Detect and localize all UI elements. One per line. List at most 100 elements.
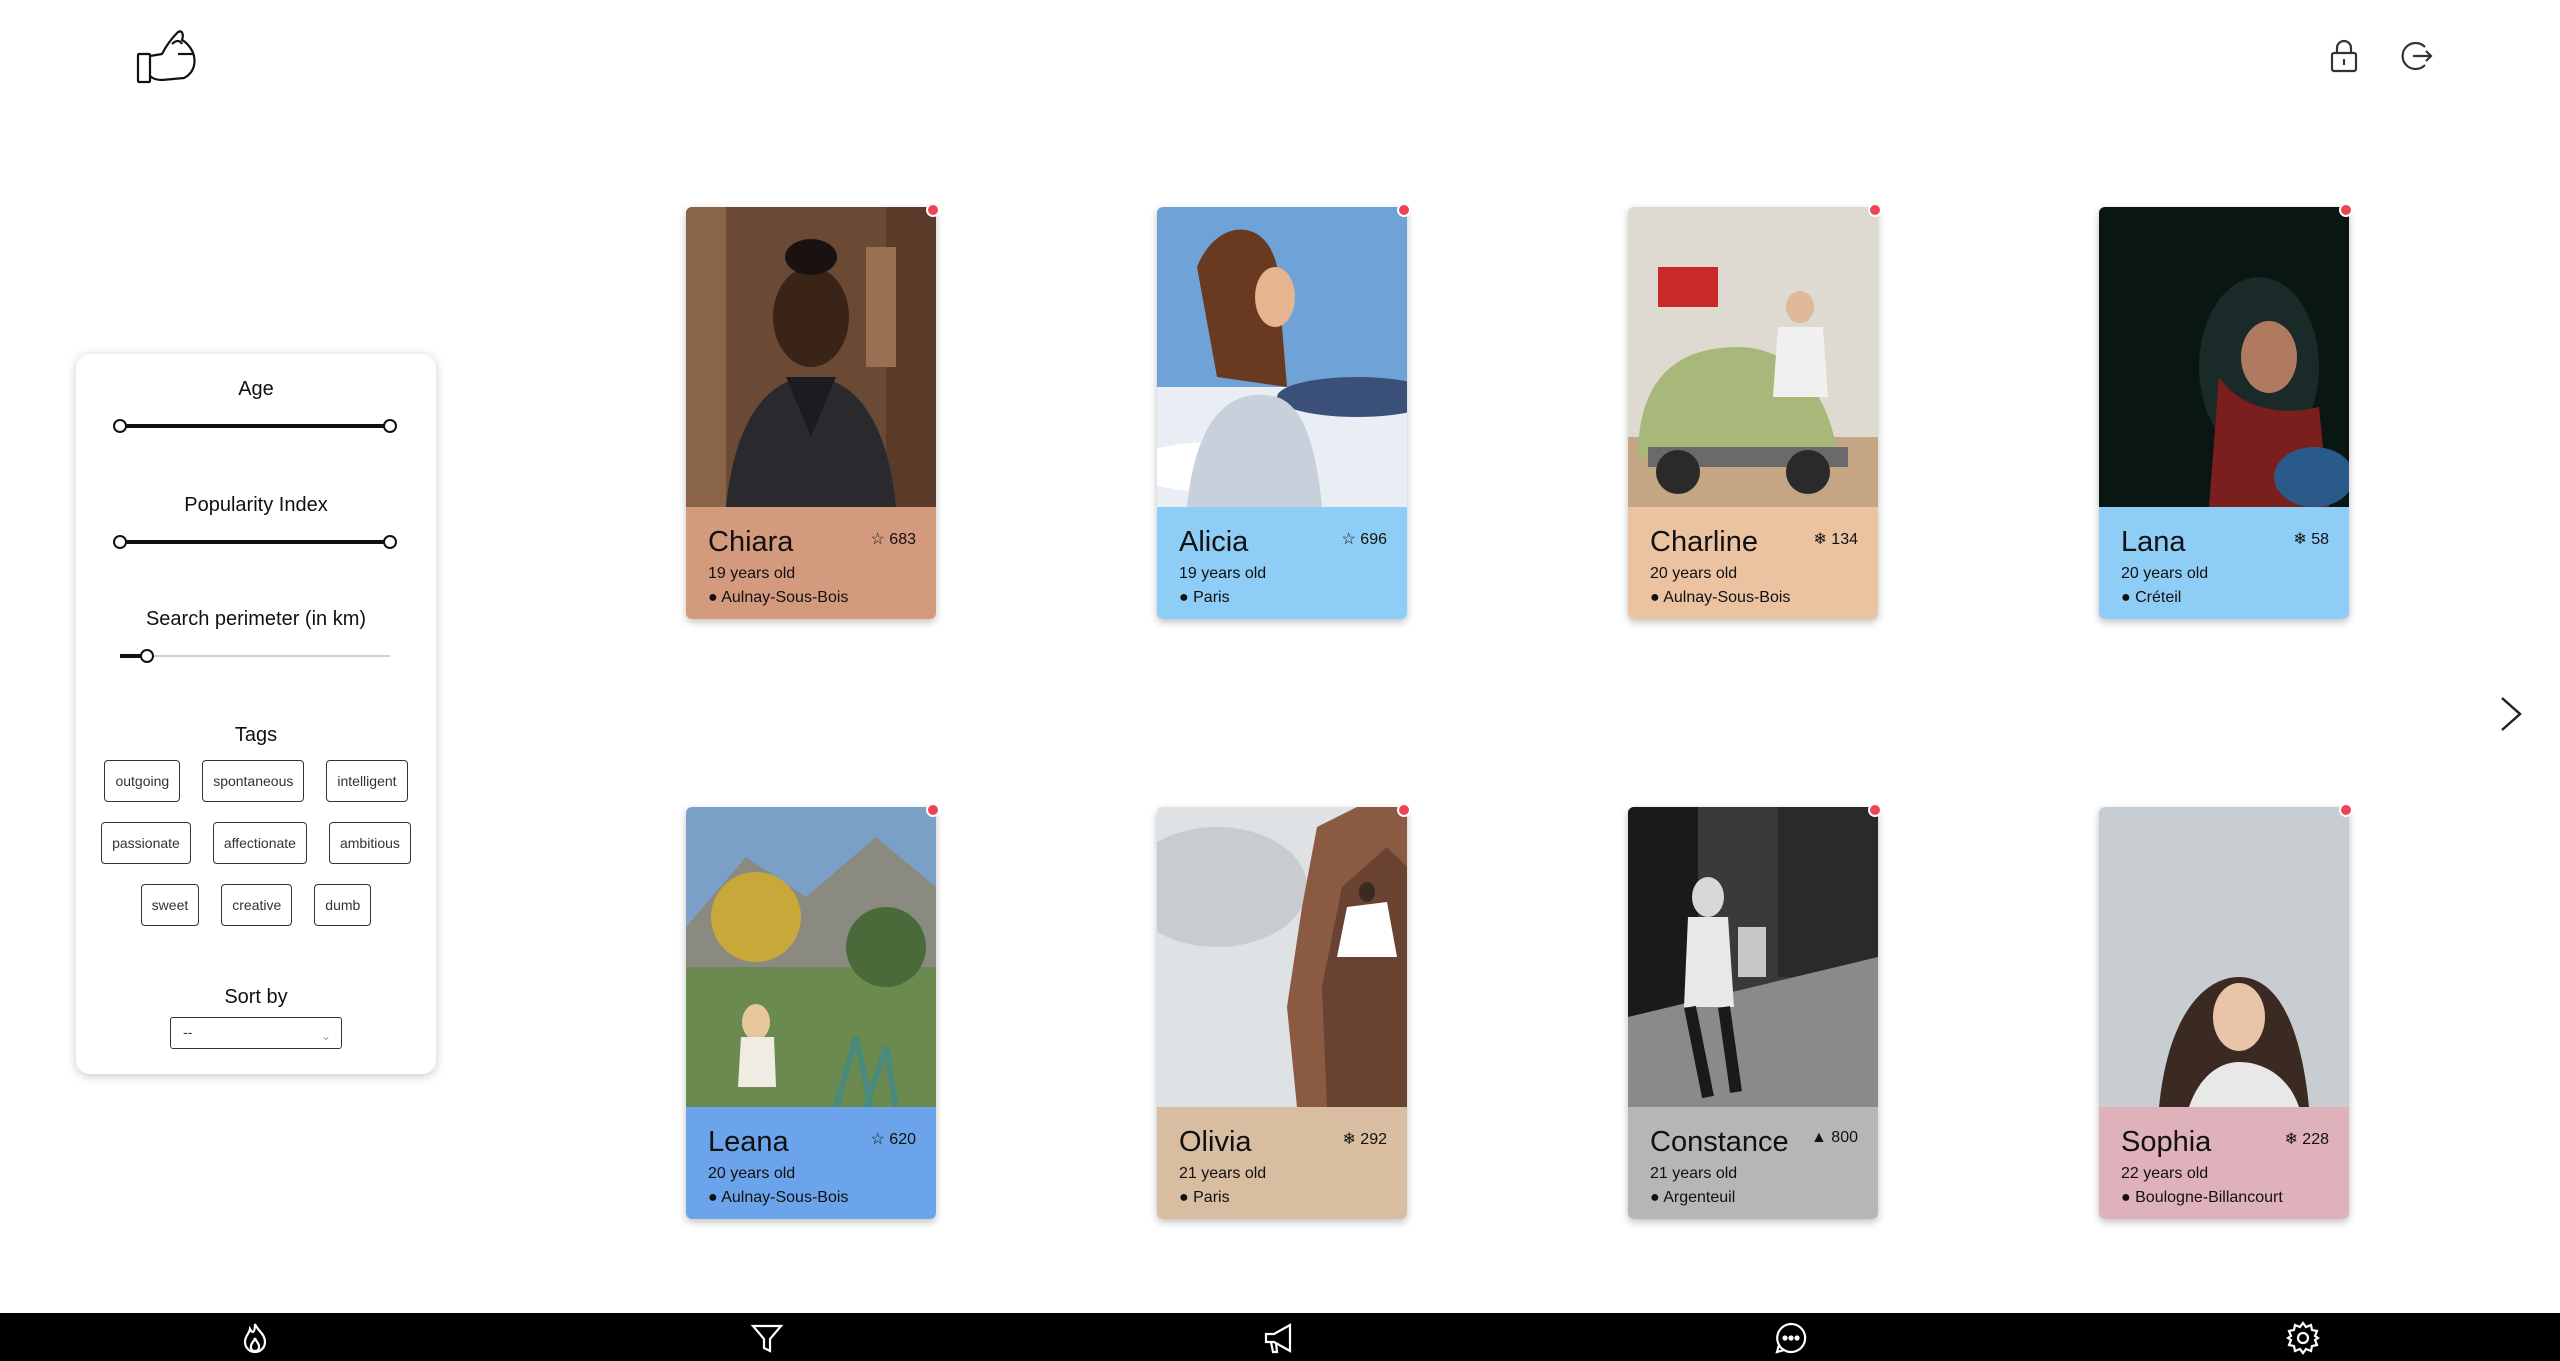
star-half-icon: ☆	[870, 531, 885, 548]
snowflake-icon: ❄	[1813, 531, 1827, 548]
map-pin-icon: ●	[1179, 589, 1189, 606]
profile-age: 22 years old	[2121, 1165, 2209, 1182]
tag-sweet[interactable]: sweet	[140, 884, 200, 926]
chat-icon[interactable]	[1774, 1321, 1808, 1355]
logout-icon[interactable]	[2398, 38, 2434, 74]
popularity-score: ☆ 683	[870, 531, 917, 548]
profile-card[interactable]: Alicia ☆ 696 19 years old ● Paris	[1157, 203, 1411, 619]
age-filter-label: Age	[238, 378, 274, 400]
popularity-min-handle[interactable]	[113, 535, 127, 549]
popularity-max-handle[interactable]	[383, 535, 397, 549]
chevron-right-icon[interactable]	[2496, 694, 2526, 734]
profile-location: ● Paris	[1179, 589, 1230, 606]
map-pin-icon: ●	[708, 589, 718, 606]
profile-info: Alicia ☆ 696 19 years old ● Paris	[1157, 507, 1407, 619]
thumbs-up-logo-icon[interactable]	[136, 28, 202, 86]
star-half-icon: ☆	[870, 1131, 885, 1148]
flame-icon[interactable]	[238, 1321, 272, 1355]
profile-location: ● Paris	[1179, 1189, 1230, 1206]
profile-info: Lana ❄ 58 20 years old ● Créteil	[2099, 507, 2349, 619]
profile-card[interactable]: Lana ❄ 58 20 years old ● Créteil	[2099, 203, 2353, 619]
online-status-dot	[926, 203, 940, 217]
profile-card[interactable]: Sophia ❄ 228 22 years old ● Boulogne-Bil…	[2099, 803, 2353, 1219]
map-pin-icon: ●	[1650, 1189, 1660, 1206]
map-pin-icon: ●	[2121, 589, 2131, 606]
snowflake-icon: ❄	[2284, 1131, 2298, 1148]
profile-location: ● Aulnay-Sous-Bois	[708, 1189, 849, 1206]
profile-card[interactable]: Chiara ☆ 683 19 years old ● Aulnay-Sous-…	[686, 203, 940, 619]
sort-by-select[interactable]: -- ⌄	[170, 1017, 342, 1049]
flame-icon: ▲	[1811, 1129, 1827, 1146]
profile-photo	[1628, 207, 1878, 507]
age-range-slider[interactable]	[113, 416, 397, 436]
perimeter-filter-label: Search perimeter (in km)	[145, 608, 367, 630]
chevron-down-icon: ⌄	[320, 1029, 331, 1043]
page: Age Popularity Index Search perimeter (i…	[0, 0, 2560, 1361]
profile-location: ● Créteil	[2121, 589, 2182, 606]
tag-passionate[interactable]: passionate	[101, 822, 191, 864]
popularity-score: ❄ 292	[1342, 1131, 1387, 1148]
popularity-score: ❄ 58	[2293, 531, 2329, 548]
profile-photo	[686, 807, 936, 1107]
popularity-score: ▲ 800	[1811, 1129, 1858, 1146]
settings-icon[interactable]	[2286, 1321, 2320, 1355]
profile-info: Charline ❄ 134 20 years old ● Aulnay-Sou…	[1628, 507, 1878, 619]
star-half-icon: ☆	[1341, 531, 1356, 548]
profile-card[interactable]: Charline ❄ 134 20 years old ● Aulnay-Sou…	[1628, 203, 1882, 619]
tags-filter-label: Tags	[234, 724, 278, 746]
profile-card[interactable]: Constance ▲ 800 21 years old ● Argenteui…	[1628, 803, 1882, 1219]
sort-by-value: --	[183, 1024, 193, 1040]
perimeter-slider[interactable]	[120, 646, 390, 666]
profile-card[interactable]: Olivia ❄ 292 21 years old ● Paris	[1157, 803, 1411, 1219]
profile-info: Leana ☆ 620 20 years old ● Aulnay-Sous-B…	[686, 1107, 936, 1219]
popularity-filter-label: Popularity Index	[184, 494, 328, 516]
profile-info: Sophia ❄ 228 22 years old ● Boulogne-Bil…	[2099, 1107, 2349, 1219]
tag-spontaneous[interactable]: spontaneous	[202, 760, 305, 802]
filter-icon[interactable]	[750, 1321, 784, 1355]
age-min-handle[interactable]	[113, 419, 127, 433]
profile-info: Olivia ❄ 292 21 years old ● Paris	[1157, 1107, 1407, 1219]
popularity-range-slider[interactable]	[113, 532, 397, 552]
age-max-handle[interactable]	[383, 419, 397, 433]
lock-icon[interactable]	[2326, 38, 2362, 74]
popularity-score: ❄ 228	[2284, 1131, 2329, 1148]
profile-age: 20 years old	[2121, 565, 2209, 582]
tag-affectionate[interactable]: affectionate	[212, 822, 307, 864]
tag-list: outgoing spontaneous intelligent passion…	[76, 760, 436, 946]
profile-photo	[1157, 207, 1407, 507]
filter-panel: Age Popularity Index Search perimeter (i…	[76, 354, 436, 1074]
online-status-dot	[1397, 803, 1411, 817]
profile-card[interactable]: Leana ☆ 620 20 years old ● Aulnay-Sous-B…	[686, 803, 940, 1219]
popularity-score: ☆ 696	[1341, 531, 1388, 548]
tag-outgoing[interactable]: outgoing	[104, 760, 181, 802]
profile-photo	[1157, 807, 1407, 1107]
online-status-dot	[1868, 803, 1882, 817]
tag-intelligent[interactable]: intelligent	[326, 760, 408, 802]
tag-dumb[interactable]: dumb	[314, 884, 372, 926]
megaphone-icon[interactable]	[1262, 1321, 1296, 1355]
perimeter-handle[interactable]	[140, 649, 154, 663]
profile-location: ● Aulnay-Sous-Bois	[1650, 589, 1791, 606]
tag-ambitious[interactable]: ambitious	[328, 822, 411, 864]
profile-age: 21 years old	[1650, 1165, 1738, 1182]
profile-photo	[686, 207, 936, 507]
popularity-score: ☆ 620	[870, 1131, 917, 1148]
profile-age: 19 years old	[708, 565, 796, 582]
online-status-dot	[926, 803, 940, 817]
map-pin-icon: ●	[708, 1189, 718, 1206]
sort-by-label: Sort by	[224, 986, 288, 1008]
tag-creative[interactable]: creative	[221, 884, 293, 926]
profile-photo	[2099, 207, 2349, 507]
snowflake-icon: ❄	[2293, 531, 2307, 548]
popularity-score: ❄ 134	[1813, 531, 1858, 548]
profile-info: Constance ▲ 800 21 years old ● Argenteui…	[1628, 1107, 1878, 1219]
online-status-dot	[2339, 803, 2353, 817]
profile-photo	[2099, 807, 2349, 1107]
profile-age: 20 years old	[1650, 565, 1738, 582]
online-status-dot	[1397, 203, 1411, 217]
profile-photo	[1628, 807, 1878, 1107]
profile-location: ● Boulogne-Billancourt	[2121, 1189, 2283, 1206]
online-status-dot	[1868, 203, 1882, 217]
online-status-dot	[2339, 203, 2353, 217]
map-pin-icon: ●	[1650, 589, 1660, 606]
